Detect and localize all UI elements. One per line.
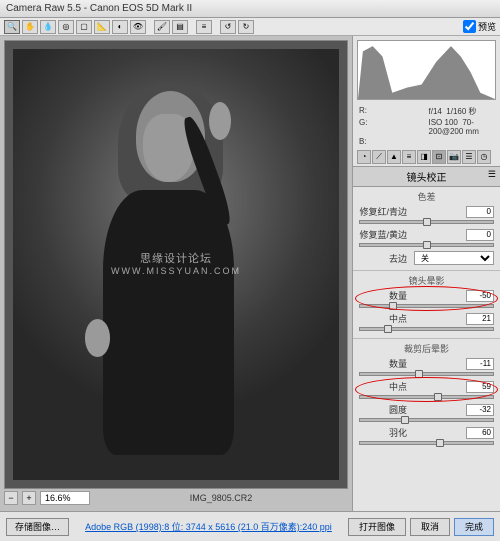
vignette-midpoint-label: 中点: [359, 312, 407, 325]
tab-snapshots[interactable]: ◷: [477, 150, 491, 164]
watermark: 思缘设计论坛 WWW.MISSYUAN.COM: [111, 252, 241, 278]
blue-yellow-input[interactable]: [466, 229, 494, 241]
vignette-amount-label: 数量: [359, 289, 407, 302]
section-postcrop: 裁剪后晕影 数量 中点 圆度 羽化: [353, 339, 500, 452]
window-title: Camera Raw 5.5 - Canon EOS 5D Mark II: [6, 3, 192, 14]
zoom-in-button[interactable]: +: [22, 491, 36, 505]
watermark-main: 思缘设计论坛: [111, 252, 241, 266]
panel-title: 镜头校正: [407, 173, 447, 184]
exif-readout: R: f/14 1/160 秒 G: ISO 100 70-200@200 mm…: [353, 104, 500, 148]
postcrop-title: 裁剪后晕影: [359, 342, 494, 355]
redeye-icon[interactable]: 👁: [130, 20, 146, 34]
blue-yellow-slider[interactable]: [359, 243, 494, 247]
rotate-right-icon[interactable]: ↻: [238, 20, 254, 34]
cancel-button[interactable]: 取消: [410, 518, 450, 536]
tab-curve[interactable]: ⟋: [372, 150, 386, 164]
zoom-tool-icon[interactable]: 🔍: [4, 20, 20, 34]
crop-tool-icon[interactable]: ▢: [76, 20, 92, 34]
postcrop-feather-slider[interactable]: [359, 441, 494, 445]
postcrop-midpoint-slider[interactable]: [359, 395, 494, 399]
tab-lens[interactable]: ⊡: [432, 150, 446, 164]
done-button[interactable]: 完成: [454, 518, 494, 536]
adjustment-brush-icon[interactable]: 🖌: [154, 20, 170, 34]
rotate-left-icon[interactable]: ↺: [220, 20, 236, 34]
postcrop-feather-label: 羽化: [359, 426, 407, 439]
main-area: 思缘设计论坛 WWW.MISSYUAN.COM − + 16.6% IMG_98…: [0, 36, 500, 511]
preview-area: 思缘设计论坛 WWW.MISSYUAN.COM − + 16.6% IMG_98…: [0, 36, 352, 511]
graduated-filter-icon[interactable]: ▤: [172, 20, 188, 34]
postcrop-amount-label: 数量: [359, 357, 407, 370]
open-image-button[interactable]: 打开图像: [348, 518, 406, 536]
postcrop-roundness-input[interactable]: [466, 404, 494, 416]
histogram[interactable]: [357, 40, 496, 100]
vignette-title: 镜头晕影: [359, 274, 494, 287]
section-chromatic: 色差 修复红/青边 修复蓝/黄边 去边 关: [353, 187, 500, 271]
panel-menu-icon[interactable]: ☰: [488, 169, 496, 180]
zoom-value[interactable]: 16.6%: [40, 491, 90, 505]
panel-header: 镜头校正 ☰: [353, 167, 500, 187]
save-image-button[interactable]: 存储图像…: [6, 518, 69, 536]
eyedropper-icon[interactable]: 💧: [40, 20, 56, 34]
preview-footer: − + 16.6% IMG_9805.CR2: [4, 489, 348, 507]
filename-label: IMG_9805.CR2: [94, 493, 348, 503]
hand-tool-icon[interactable]: ✋: [22, 20, 38, 34]
defringe-select[interactable]: 关: [414, 251, 494, 265]
watermark-sub: WWW.MISSYUAN.COM: [111, 266, 241, 278]
zoom-out-button[interactable]: −: [4, 491, 18, 505]
vignette-amount-input[interactable]: [466, 290, 494, 302]
red-cyan-slider[interactable]: [359, 220, 494, 224]
prefs-icon[interactable]: ≡: [196, 20, 212, 34]
section-vignette: 镜头晕影 数量 中点: [353, 271, 500, 339]
titlebar: Camera Raw 5.5 - Canon EOS 5D Mark II: [0, 0, 500, 18]
exif-b: B:: [359, 137, 425, 146]
tab-hsl[interactable]: ≡: [402, 150, 416, 164]
tab-basic[interactable]: ◔: [357, 150, 371, 164]
preview-toggle[interactable]: 预览: [463, 20, 496, 33]
tab-split[interactable]: ◨: [417, 150, 431, 164]
preview-label: 预览: [478, 20, 496, 33]
defringe-label: 去边: [359, 252, 407, 265]
toolbar: 🔍 ✋ 💧 ◎ ▢ 📐 ◐ 👁 🖌 ▤ ≡ ↺ ↻ 预览: [0, 18, 500, 36]
preview-checkbox[interactable]: [463, 20, 476, 33]
tab-presets[interactable]: ☰: [462, 150, 476, 164]
vignette-midpoint-slider[interactable]: [359, 327, 494, 331]
postcrop-roundness-label: 圆度: [359, 403, 407, 416]
postcrop-midpoint-label: 中点: [359, 380, 407, 393]
red-cyan-label: 修复红/青边: [359, 205, 407, 218]
vignette-midpoint-input[interactable]: [466, 313, 494, 325]
image-preview[interactable]: 思缘设计论坛 WWW.MISSYUAN.COM: [4, 40, 348, 489]
postcrop-feather-input[interactable]: [466, 427, 494, 439]
tab-detail[interactable]: ▲: [387, 150, 401, 164]
chromatic-title: 色差: [359, 190, 494, 203]
spot-removal-icon[interactable]: ◐: [112, 20, 128, 34]
postcrop-amount-input[interactable]: [466, 358, 494, 370]
right-panel: R: f/14 1/160 秒 G: ISO 100 70-200@200 mm…: [352, 36, 500, 511]
blue-yellow-label: 修复蓝/黄边: [359, 228, 407, 241]
postcrop-midpoint-input[interactable]: [466, 381, 494, 393]
red-cyan-input[interactable]: [466, 206, 494, 218]
panel-tabs: ◔ ⟋ ▲ ≡ ◨ ⊡ 📷 ☰ ◷: [353, 148, 500, 167]
straighten-icon[interactable]: 📐: [94, 20, 110, 34]
exif-g: G:: [359, 118, 425, 136]
postcrop-roundness-slider[interactable]: [359, 418, 494, 422]
postcrop-amount-slider[interactable]: [359, 372, 494, 376]
workflow-link[interactable]: Adobe RGB (1998):8 位: 3744 x 5616 (21.0 …: [75, 520, 342, 533]
exif-r: R:: [359, 106, 425, 117]
color-sampler-icon[interactable]: ◎: [58, 20, 74, 34]
vignette-amount-slider[interactable]: [359, 304, 494, 308]
tab-camera[interactable]: 📷: [447, 150, 461, 164]
footer: 存储图像… Adobe RGB (1998):8 位: 3744 x 5616 …: [0, 511, 500, 541]
photo-content: 思缘设计论坛 WWW.MISSYUAN.COM: [13, 49, 339, 480]
